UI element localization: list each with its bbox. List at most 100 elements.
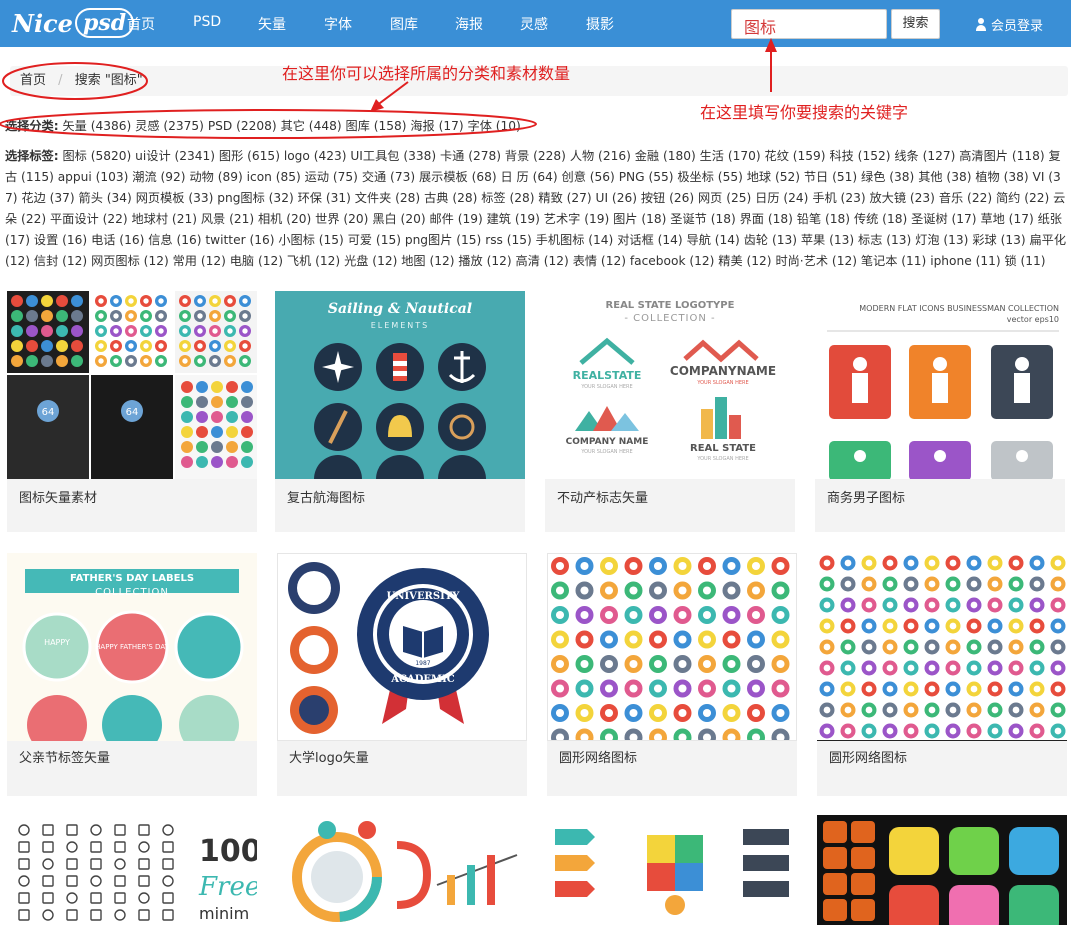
result-card[interactable]: 64 64 图标矢量素材 (7, 291, 257, 532)
tag-item[interactable]: 绿色 (38) (861, 170, 914, 184)
tag-item[interactable]: 潮流 (92) (132, 170, 185, 184)
tag-item[interactable]: 艺术字 (19) (544, 212, 609, 226)
nav-poster[interactable]: 海报 (455, 14, 483, 34)
tag-item[interactable]: 设置 (16) (34, 233, 87, 247)
tag-item[interactable]: 表情 (12) (573, 254, 626, 268)
tag-item[interactable]: 花纹 (159) (765, 149, 826, 163)
tag-item[interactable]: 高清图片 (118) (959, 149, 1044, 163)
tag-item[interactable]: 精美 (12) (718, 254, 771, 268)
tag-item[interactable]: 彩球 (13) (972, 233, 1025, 247)
tag-item[interactable]: 圣诞树 (17) (911, 212, 976, 226)
tag-item[interactable]: png图标 (32) (217, 191, 293, 205)
tag-item[interactable]: 飞机 (12) (287, 254, 340, 268)
result-card[interactable]: MODERN FLAT ICONS BUSINESSMAN COLLECTION… (815, 291, 1065, 532)
tag-item[interactable]: appui (103) (58, 170, 129, 184)
tag-item[interactable]: 文件夹 (28) (355, 191, 420, 205)
tag-item[interactable]: 极坐标 (55) (677, 170, 742, 184)
search-input[interactable]: 图标 (731, 9, 887, 39)
result-card[interactable]: REAL STATE LOGOTYPE - COLLECTION - REALS… (545, 291, 795, 532)
tag-item[interactable]: 交通 (73) (362, 170, 415, 184)
tag-item[interactable]: 界面 (18) (740, 212, 793, 226)
tag-item[interactable]: icon (85) (247, 170, 301, 184)
tag-item[interactable]: 植物 (38) (975, 170, 1028, 184)
tag-item[interactable]: 信息 (16) (148, 233, 201, 247)
result-card[interactable]: UNIVERSITY ACADEMIC 1987 大学logo矢量 (277, 553, 527, 796)
category-inspiration[interactable]: 灵感 (2375) (135, 119, 204, 133)
tag-item[interactable]: 常用 (12) (173, 254, 226, 268)
tag-item[interactable]: 创意 (56) (562, 170, 615, 184)
tag-item[interactable]: 按钮 (26) (641, 191, 694, 205)
tag-item[interactable]: 运动 (75) (305, 170, 358, 184)
tag-item[interactable]: 其他 (38) (918, 170, 971, 184)
category-font[interactable]: 字体 (10) (468, 119, 521, 133)
tag-item[interactable]: 苹果 (13) (801, 233, 854, 247)
tag-item[interactable]: 放大镜 (23) (869, 191, 934, 205)
tag-item[interactable]: 节日 (51) (804, 170, 857, 184)
tag-item[interactable]: 播放 (12) (458, 254, 511, 268)
tag-item[interactable]: 灯泡 (13) (915, 233, 968, 247)
tag-item[interactable]: 建筑 (19) (487, 212, 540, 226)
tag-item[interactable]: 动物 (89) (189, 170, 242, 184)
tag-item[interactable]: 地球 (52) (747, 170, 800, 184)
result-card[interactable]: 圆形网络图标 (817, 553, 1067, 796)
tag-item[interactable]: 金融 (180) (635, 149, 696, 163)
tag-item[interactable]: 黑白 (20) (372, 212, 425, 226)
tag-item[interactable]: 邮件 (19) (429, 212, 482, 226)
site-logo[interactable]: Nice psd (12, 5, 135, 41)
tag-item[interactable]: 高清 (12) (516, 254, 569, 268)
tag-item[interactable]: 铅笔 (18) (797, 212, 850, 226)
tag-item[interactable]: 标签 (28) (481, 191, 534, 205)
tag-item[interactable]: facebook (12) (630, 254, 715, 268)
tag-item[interactable]: 箭头 (34) (79, 191, 132, 205)
tag-item[interactable]: ui设计 (2341) (135, 149, 215, 163)
breadcrumb-home[interactable]: 首页 (20, 73, 46, 88)
tag-item[interactable]: 卡通 (278) (440, 149, 501, 163)
tag-item[interactable]: 相机 (20) (258, 212, 311, 226)
category-psd[interactable]: PSD (2208) (208, 119, 277, 133)
nav-vector[interactable]: 矢量 (258, 14, 286, 34)
tag-item[interactable]: 图形 (615) (219, 149, 280, 163)
tag-item[interactable]: 地球村 (21) (132, 212, 197, 226)
tag-item[interactable]: 对话框 (14) (617, 233, 682, 247)
tag-item[interactable]: 花边 (37) (21, 191, 74, 205)
tag-item[interactable]: 线条 (127) (894, 149, 955, 163)
category-poster[interactable]: 海报 (17) (410, 119, 463, 133)
tag-item[interactable]: 电脑 (12) (230, 254, 283, 268)
nav-psd[interactable]: PSD (193, 14, 221, 30)
tag-item[interactable]: 平面设计 (22) (50, 212, 128, 226)
search-button[interactable]: 搜索 (891, 9, 940, 39)
tag-item[interactable]: 背景 (228) (505, 149, 566, 163)
tag-item[interactable]: 齿轮 (13) (744, 233, 797, 247)
tag-item[interactable]: 手机 (23) (812, 191, 865, 205)
tag-item[interactable]: 标志 (13) (858, 233, 911, 247)
category-vector[interactable]: 矢量 (4386) (63, 119, 132, 133)
tag-item[interactable]: 圣诞节 (18) (670, 212, 735, 226)
nav-photography[interactable]: 摄影 (586, 14, 614, 34)
tag-item[interactable]: twitter (16) (205, 233, 274, 247)
tag-item[interactable]: PNG (55) (619, 170, 674, 184)
tag-item[interactable]: 展示模板 (68) (419, 170, 497, 184)
tag-item[interactable]: 电话 (16) (91, 233, 144, 247)
tag-item[interactable]: 时尚·艺术 (12) (775, 254, 857, 268)
result-card[interactable] (817, 815, 1067, 925)
tag-item[interactable]: 草地 (17) (980, 212, 1033, 226)
result-card[interactable]: 100 Free minim (7, 815, 257, 925)
tag-item[interactable]: 生活 (170) (700, 149, 761, 163)
tag-item[interactable]: png图片 (15) (405, 233, 481, 247)
tag-item[interactable]: 日历 (24) (755, 191, 808, 205)
tag-item[interactable]: 世界 (20) (315, 212, 368, 226)
result-card[interactable] (547, 815, 797, 925)
tag-item[interactable]: 风景 (21) (201, 212, 254, 226)
result-card[interactable]: Sailing & Nautical ELEMENTS 复古航海图标 (275, 291, 525, 532)
tag-item[interactable]: 精致 (27) (538, 191, 591, 205)
tag-item[interactable]: 笔记本 (11) (861, 254, 926, 268)
tag-item[interactable]: 可爱 (15) (348, 233, 401, 247)
tag-item[interactable]: 简约 (22) (996, 191, 1049, 205)
tag-item[interactable]: 小图标 (15) (278, 233, 343, 247)
result-card[interactable]: FATHER'S DAY LABELS COLLECTION HAPPY HAP… (7, 553, 257, 796)
tag-item[interactable]: 音乐 (22) (939, 191, 992, 205)
category-other[interactable]: 其它 (448) (281, 119, 342, 133)
tag-item[interactable]: 锁 (11) (1004, 254, 1045, 268)
tag-item[interactable]: 图片 (18) (613, 212, 666, 226)
tag-item[interactable]: 人物 (216) (570, 149, 631, 163)
